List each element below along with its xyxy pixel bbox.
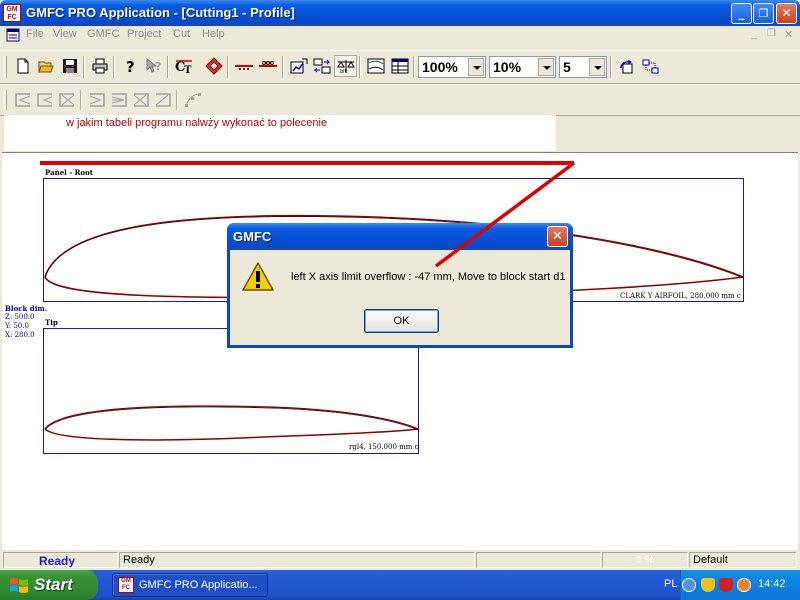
taskbar-app-label: GMFC PRO Applicatio... (139, 579, 258, 591)
taskbar: Start GM FC GMFC PRO Applicatio... PL 14… (0, 570, 800, 600)
tray-expand-icon[interactable] (682, 578, 696, 592)
annotation-arrow (40, 161, 576, 268)
language-indicator[interactable]: PL (664, 578, 677, 590)
windows-logo-icon (10, 578, 28, 593)
status-mode: Default (689, 552, 797, 568)
status-message: Ready (119, 552, 475, 568)
antivirus-shield-icon[interactable] (719, 578, 733, 592)
start-label: Start (34, 575, 73, 594)
task-icon-text-top: GM (121, 578, 131, 584)
gmfc-app-icon: GM FC (118, 577, 134, 593)
status-bar: Ready Ready 0 % Default (0, 550, 800, 570)
security-shield-icon[interactable] (701, 578, 715, 592)
start-button[interactable]: Start (0, 570, 98, 600)
task-icon-text-bottom: FC (122, 585, 130, 591)
status-ready-main: Ready (3, 552, 118, 568)
taskbar-app-button[interactable]: GM FC GMFC PRO Applicatio... (112, 573, 268, 597)
clock: 14:42 (758, 578, 786, 590)
status-progress: 0 % (602, 552, 688, 568)
status-empty-pane (476, 552, 601, 568)
update-icon[interactable] (737, 578, 751, 592)
